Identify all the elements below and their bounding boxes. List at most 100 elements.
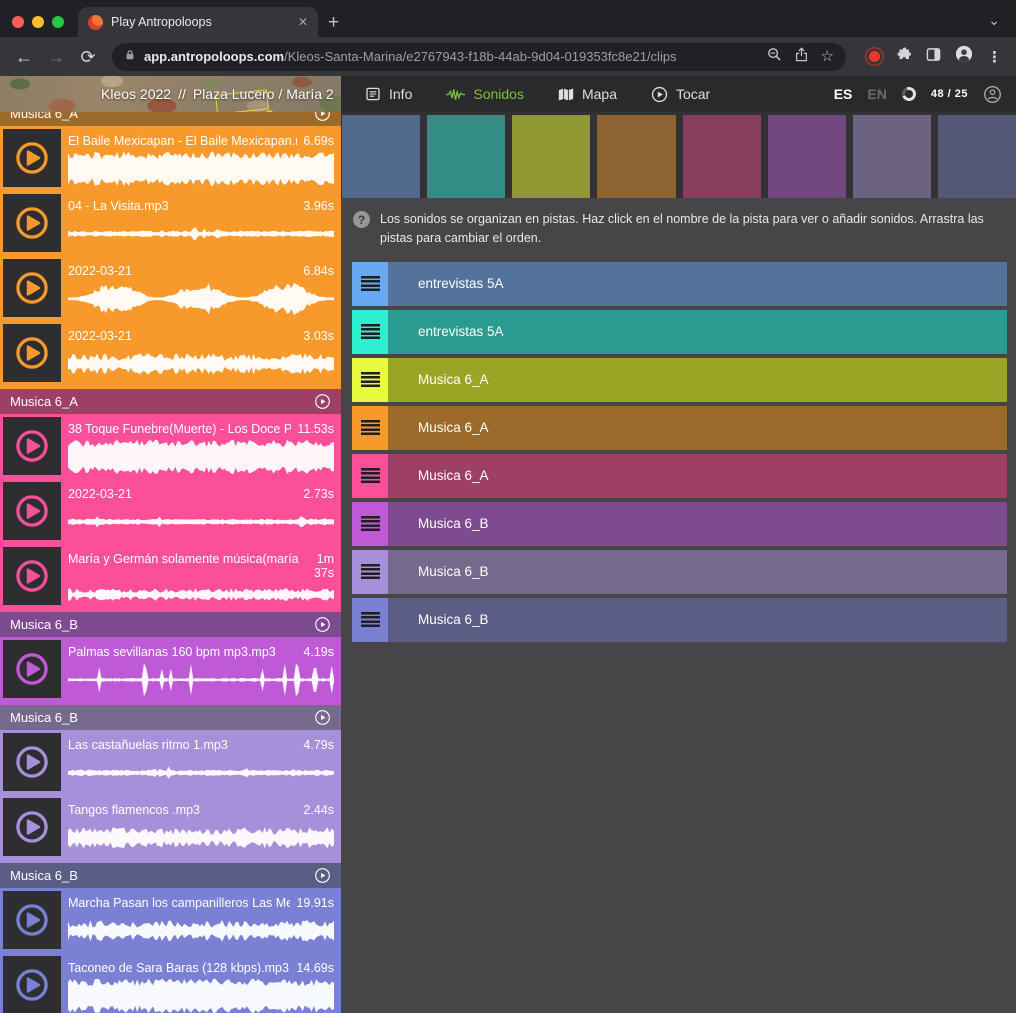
track-color-swatch[interactable] <box>342 115 420 198</box>
clip-row[interactable]: Palmas sevillanas 160 bpm mp3.mp34.19s <box>3 640 338 698</box>
clip-row[interactable]: Marcha Pasan los campanilleros Las Mejor… <box>3 891 338 949</box>
drag-hamburger-icon <box>361 468 380 483</box>
clip-play-button[interactable] <box>3 417 61 475</box>
piece-name: Plaza Lucero / María 2 <box>193 86 334 102</box>
project-breadcrumb[interactable]: Kleos 2022 // Plaza Lucero / María 2 <box>0 76 341 112</box>
nav-tab-mapa[interactable]: Mapa <box>558 86 617 102</box>
track-color-swatch[interactable] <box>597 115 675 198</box>
clip-play-button[interactable] <box>3 956 61 1013</box>
track-row[interactable]: Musica 6_A <box>352 406 1007 450</box>
browser-tab[interactable]: Play Antropoloops ✕ <box>78 7 318 37</box>
track-color-swatch[interactable] <box>853 115 931 198</box>
clip-play-button[interactable] <box>3 482 61 540</box>
clip-row[interactable]: 2022-03-212.73s <box>3 482 338 540</box>
section-play-icon[interactable] <box>314 112 331 122</box>
recording-indicator-icon[interactable] <box>869 51 880 62</box>
forward-button: → <box>42 43 70 71</box>
nav-tab-tocar[interactable]: Tocar <box>651 86 710 103</box>
reload-button[interactable]: ⟳ <box>74 43 102 71</box>
section-play-icon[interactable] <box>314 616 331 633</box>
browser-menu-kebab-icon[interactable]: ⋮ <box>987 48 1002 66</box>
track-section-header[interactable]: Musica 6_B <box>0 705 341 730</box>
track-row[interactable]: Musica 6_B <box>352 502 1007 546</box>
track-drag-handle[interactable] <box>352 310 388 354</box>
tab-search-chevron-icon[interactable]: ⌄ <box>988 13 1016 37</box>
share-icon[interactable] <box>795 47 808 67</box>
track-row[interactable]: entrevistas 5A <box>352 262 1007 306</box>
side-panel-icon[interactable] <box>926 47 941 67</box>
track-drag-handle[interactable] <box>352 406 388 450</box>
waveform-icon <box>446 88 465 101</box>
account-icon[interactable] <box>983 85 1002 104</box>
clip-row[interactable]: El Baile Mexicapan - El Baile Mexicapan.… <box>3 129 338 187</box>
track-drag-handle[interactable] <box>352 550 388 594</box>
section-play-icon[interactable] <box>314 393 331 410</box>
language-es-button[interactable]: ES <box>834 86 853 102</box>
nav-tab-info[interactable]: Info <box>365 86 412 102</box>
section-play-icon[interactable] <box>314 867 331 884</box>
minimize-window-button[interactable] <box>32 16 44 28</box>
language-en-button[interactable]: EN <box>867 86 886 102</box>
track-drag-handle[interactable] <box>352 598 388 642</box>
track-drag-handle[interactable] <box>352 502 388 546</box>
clip-row[interactable]: 2022-03-216.84s <box>3 259 338 317</box>
clip-duration: 11.53s <box>297 422 334 436</box>
play-icon <box>651 86 668 103</box>
track-row[interactable]: entrevistas 5A <box>352 310 1007 354</box>
track-section-header[interactable]: Musica 6_B <box>0 863 341 888</box>
track-row[interactable]: Musica 6_A <box>352 454 1007 498</box>
clip-row[interactable]: Las castañuelas ritmo 1.mp34.79s <box>3 733 338 791</box>
drag-hamburger-icon <box>361 564 380 579</box>
track-section-header[interactable]: Musica 6_A <box>0 389 341 414</box>
map-icon <box>558 87 574 102</box>
clip-row[interactable]: María y Germán solamente música(maría 2.… <box>3 547 338 605</box>
clip-play-button[interactable] <box>3 798 61 856</box>
clip-play-button[interactable] <box>3 194 61 252</box>
clip-play-button[interactable] <box>3 547 61 605</box>
clip-play-button[interactable] <box>3 129 61 187</box>
bookmark-star-icon[interactable]: ☆ <box>821 49 834 64</box>
track-row[interactable]: Musica 6_B <box>352 550 1007 594</box>
clip-row[interactable]: 04 - La Visita.mp33.96s <box>3 194 338 252</box>
track-color-swatch[interactable] <box>683 115 761 198</box>
track-drag-handle[interactable] <box>352 262 388 306</box>
nav-tab-sonidos[interactable]: Sonidos <box>446 86 524 102</box>
tab-title: Play Antropoloops <box>111 15 290 29</box>
track-drag-handle[interactable] <box>352 454 388 498</box>
clip-play-button[interactable] <box>3 733 61 791</box>
url-text: app.antropoloops.com/Kleos-Santa-Marina/… <box>144 49 759 64</box>
toolbar-extensions: ⋮ <box>856 45 1006 68</box>
browser-window: Play Antropoloops ✕ + ⌄ ← → ⟳ app.antrop… <box>0 0 1016 1013</box>
track-section-header[interactable]: Musica 6_A <box>0 112 341 126</box>
help-icon: ? <box>353 211 370 228</box>
tab-close-icon[interactable]: ✕ <box>298 15 308 29</box>
clip-play-button[interactable] <box>3 640 61 698</box>
clip-row[interactable]: Tangos flamencos .mp32.44s <box>3 798 338 856</box>
drag-hamburger-icon <box>361 516 380 531</box>
close-window-button[interactable] <box>12 16 24 28</box>
section-play-icon[interactable] <box>314 709 331 726</box>
track-color-swatch[interactable] <box>938 115 1016 198</box>
clip-waveform <box>68 978 334 1013</box>
clip-play-button[interactable] <box>3 259 61 317</box>
tab-bar: Play Antropoloops ✕ + ⌄ <box>0 0 1016 37</box>
track-color-swatch[interactable] <box>512 115 590 198</box>
track-color-swatch[interactable] <box>427 115 505 198</box>
track-drag-handle[interactable] <box>352 358 388 402</box>
zoom-page-icon[interactable] <box>767 47 782 67</box>
new-tab-button[interactable]: + <box>318 13 351 37</box>
extensions-puzzle-icon[interactable] <box>897 47 912 67</box>
zoom-window-button[interactable] <box>52 16 64 28</box>
track-section-header[interactable]: Musica 6_B <box>0 612 341 637</box>
back-button[interactable]: ← <box>10 43 38 71</box>
clip-row[interactable]: 38 Toque Funebre(Muerte) - Los Doce Par.… <box>3 417 338 475</box>
track-row[interactable]: Musica 6_B <box>352 598 1007 642</box>
address-bar[interactable]: app.antropoloops.com/Kleos-Santa-Marina/… <box>112 43 846 71</box>
clip-row[interactable]: 2022-03-213.03s <box>3 324 338 382</box>
track-color-swatch[interactable] <box>768 115 846 198</box>
clip-play-button[interactable] <box>3 891 61 949</box>
profile-avatar-icon[interactable] <box>955 45 973 68</box>
track-row[interactable]: Musica 6_A <box>352 358 1007 402</box>
clip-play-button[interactable] <box>3 324 61 382</box>
clip-row[interactable]: Taconeo de Sara Baras (128 kbps).mp314.6… <box>3 956 338 1013</box>
